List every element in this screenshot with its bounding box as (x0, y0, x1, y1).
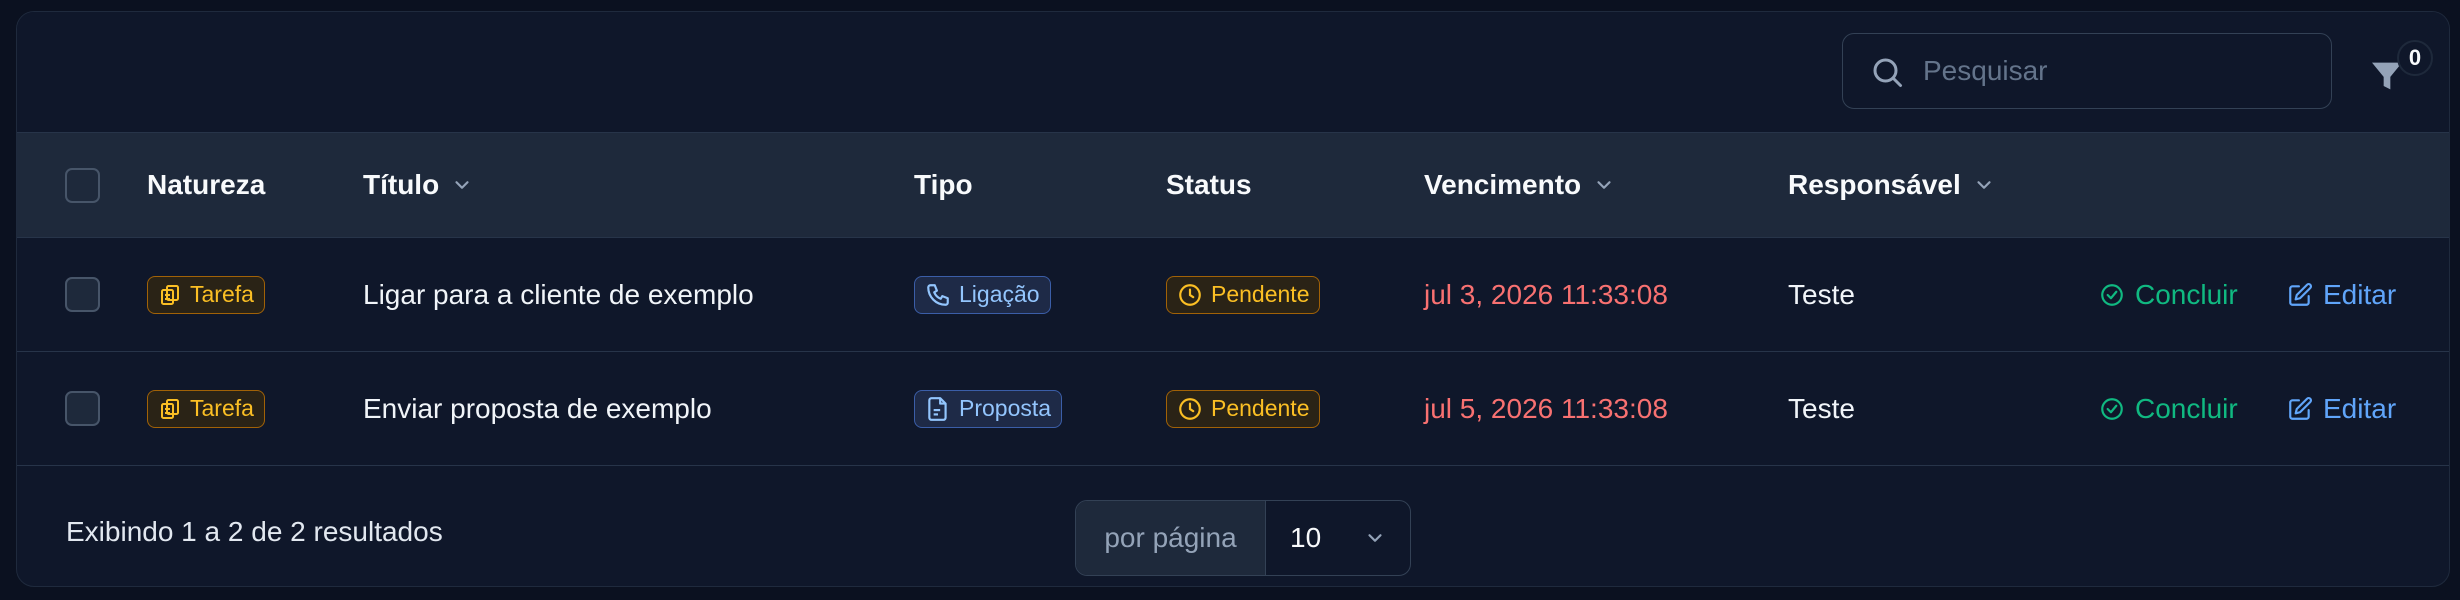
clock-icon (1179, 397, 1201, 420)
editar-label: Editar (2323, 392, 2397, 424)
assignee: Teste (1788, 392, 1855, 424)
row-checkbox[interactable] (65, 391, 100, 426)
toolbar: 0 (17, 12, 2449, 132)
clipboard-icon (161, 284, 179, 305)
editar-button[interactable]: Editar (2287, 279, 2396, 311)
per-page-control: por página 10 (1075, 500, 1411, 576)
chevron-down-icon (451, 174, 473, 196)
status-badge: Pendente (1166, 275, 1321, 314)
chevron-down-icon (1368, 534, 1382, 542)
natureza-badge: Tarefa (147, 389, 265, 428)
column-natureza: Natureza (147, 169, 266, 200)
clipboard-icon (161, 398, 179, 419)
tipo-badge: Ligação (914, 275, 1051, 314)
document-icon (928, 396, 947, 421)
table-footer: Exibindo 1 a 2 de 2 resultados por págin… (17, 474, 2449, 586)
column-titulo: Título (363, 169, 440, 200)
tasks-table: Natureza Título Tipo Status Vencimento R… (17, 132, 2449, 466)
concluir-button[interactable]: Concluir (2099, 393, 2238, 425)
per-page-select[interactable]: 10 (1266, 501, 1410, 575)
edit-icon (2289, 282, 2312, 306)
tasks-panel: 0 Natureza Título Tipo Status (16, 11, 2450, 587)
chevron-down-icon (1593, 174, 1615, 196)
select-all-checkbox[interactable] (65, 167, 100, 203)
clock-icon (1179, 283, 1201, 306)
task-title: Enviar proposta de exemplo (363, 392, 712, 424)
table-row: Tarefa Enviar proposta de exemplo Propos… (17, 352, 2449, 466)
due-date: jul 5, 2026 11:33:08 (1424, 392, 1668, 424)
concluir-button[interactable]: Concluir (2099, 279, 2238, 311)
check-circle-icon (2101, 397, 2123, 420)
status-label: Pendente (1211, 395, 1310, 421)
tipo-label: Ligação (959, 281, 1040, 307)
column-vencimento-sort[interactable]: Vencimento (1424, 133, 1615, 237)
column-tipo: Tipo (914, 169, 973, 200)
concluir-label: Concluir (2135, 278, 2238, 310)
assignee: Teste (1788, 278, 1855, 310)
column-vencimento: Vencimento (1424, 169, 1582, 200)
status-badge: Pendente (1166, 389, 1321, 428)
filter-button[interactable]: 0 (2367, 40, 2437, 112)
per-page-label: por página (1076, 501, 1266, 575)
edit-icon (2289, 396, 2312, 420)
row-checkbox[interactable] (65, 277, 100, 312)
column-titulo-sort[interactable]: Título (363, 133, 473, 237)
status-label: Pendente (1211, 281, 1310, 307)
check-circle-icon (2101, 283, 2123, 306)
search-input[interactable] (1923, 48, 2313, 94)
editar-button[interactable]: Editar (2287, 393, 2396, 425)
filter-count-badge: 0 (2397, 40, 2433, 76)
column-responsavel-sort[interactable]: Responsável (1788, 133, 1995, 237)
table-header: Natureza Título Tipo Status Vencimento R… (17, 132, 2449, 238)
tipo-label: Proposta (959, 395, 1052, 421)
column-responsavel: Responsável (1788, 169, 1961, 200)
search-icon (1873, 58, 1902, 87)
concluir-label: Concluir (2135, 392, 2238, 424)
task-title: Ligar para a cliente de exemplo (363, 278, 754, 310)
table-row: Tarefa Ligar para a cliente de exemplo L… (17, 238, 2449, 352)
search-box[interactable] (1842, 33, 2332, 109)
column-status: Status (1166, 169, 1252, 200)
results-summary: Exibindo 1 a 2 de 2 resultados (66, 516, 443, 547)
tipo-badge: Proposta (914, 389, 1063, 428)
natureza-label: Tarefa (190, 395, 254, 421)
natureza-label: Tarefa (190, 281, 254, 307)
phone-icon (927, 283, 949, 306)
natureza-badge: Tarefa (147, 275, 265, 314)
chevron-down-icon (1973, 174, 1995, 196)
editar-label: Editar (2323, 278, 2397, 310)
per-page-value: 10 (1290, 522, 1322, 553)
due-date: jul 3, 2026 11:33:08 (1424, 278, 1668, 310)
